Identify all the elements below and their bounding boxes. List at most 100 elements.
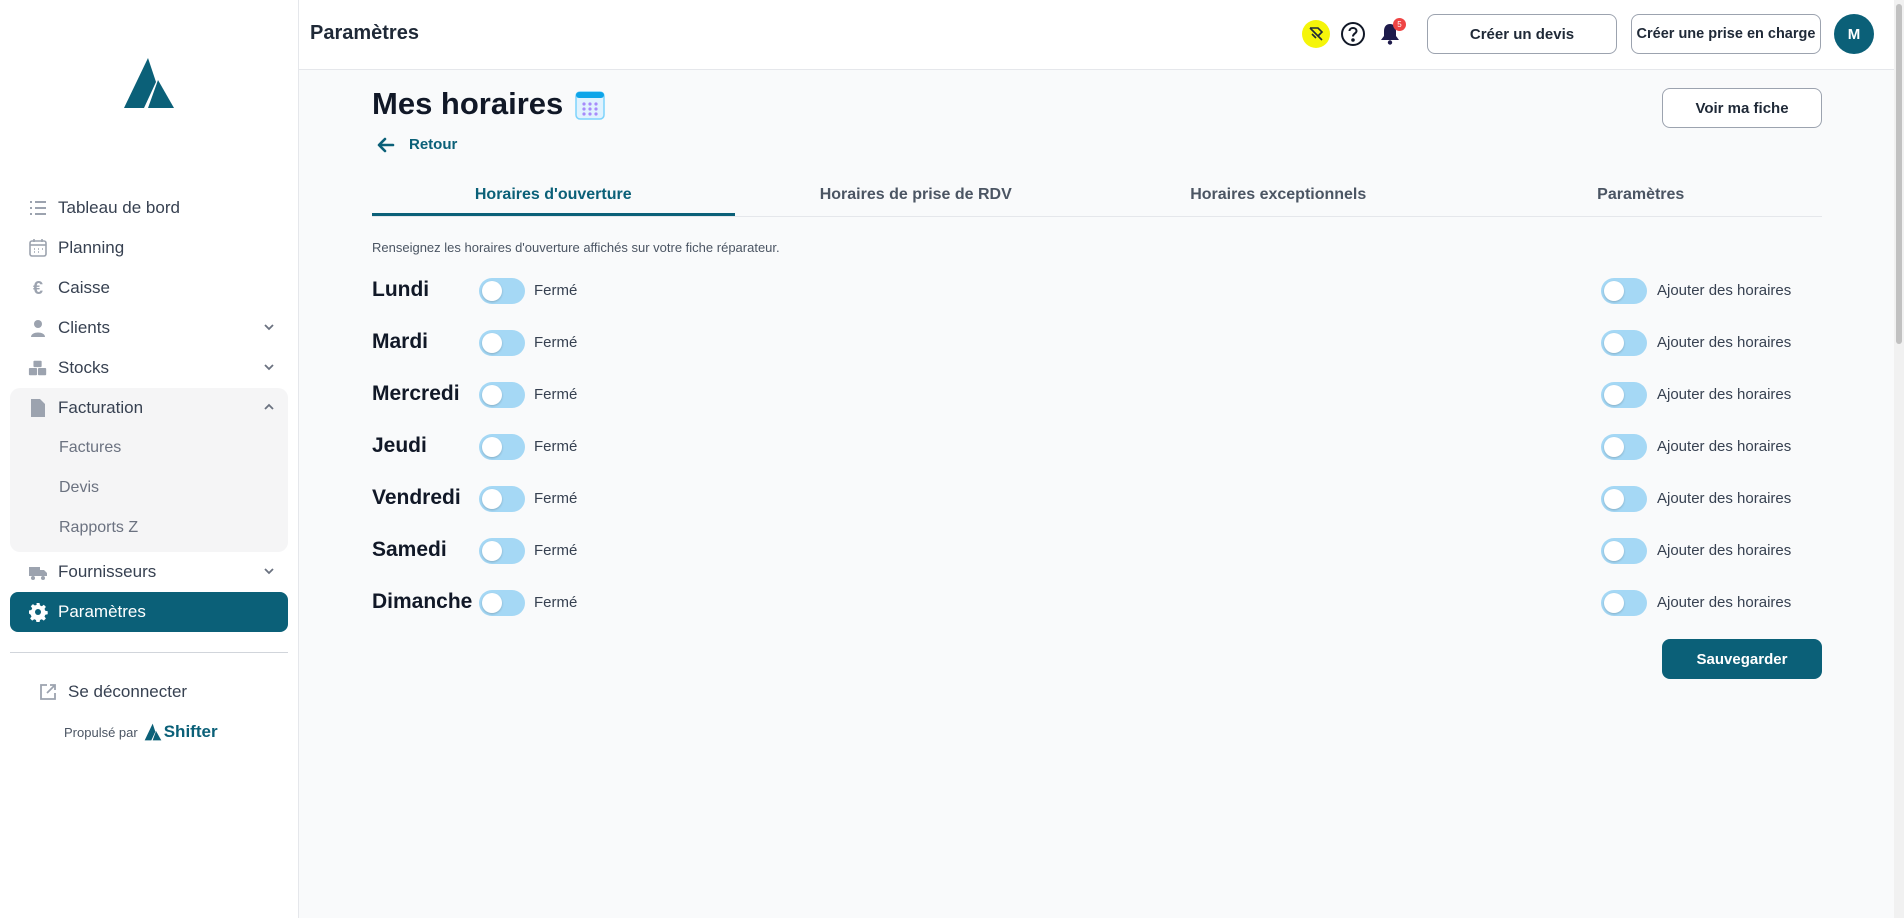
chevron-up-icon[interactable] [262,400,276,414]
notification-bell-icon[interactable]: 5 [1376,18,1406,48]
day-row-mardi: Mardi Fermé Ajouter des horaires [372,326,1822,360]
billing-group: Facturation Factures Devis Rapports Z [10,388,288,552]
sidebar-item-stocks[interactable]: Stocks [10,348,288,388]
sidebar-item-clients[interactable]: Clients [10,308,288,348]
closed-label: Fermé [534,490,578,507]
truck-icon [28,562,48,582]
closed-label: Fermé [534,542,578,559]
add-hours-label: Ajouter des horaires [1657,334,1792,351]
powered-by-label: Propulsé par [64,724,138,740]
create-quote-button[interactable]: Créer un devis [1427,14,1617,54]
sidebar-subitem-factures[interactable]: Factures [10,428,288,468]
closed-label: Fermé [534,438,578,455]
add-hours-label: Ajouter des horaires [1657,438,1792,455]
day-row-mercredi: Mercredi Fermé Ajouter des horaires [372,378,1822,412]
sidebar: Tableau de bord Planning € Caisse Client… [0,0,299,918]
scroll-thumb[interactable] [1896,4,1902,344]
open-toggle[interactable] [479,590,525,616]
sidebar-subitem-devis[interactable]: Devis [10,468,288,508]
closed-label: Fermé [534,594,578,611]
day-name: Jeudi [372,434,427,457]
sidebar-item-planning[interactable]: Planning [10,228,288,268]
day-row-lundi: Lundi Fermé Ajouter des horaires [372,274,1822,308]
opening-hours-hint: Renseignez les horaires d'ouverture affi… [372,240,780,255]
logout-label: Se déconnecter [68,682,188,701]
sidebar-item-label: Paramètres [58,602,146,621]
save-button[interactable]: Sauvegarder [1662,639,1822,679]
chevron-down-icon[interactable] [262,564,276,578]
sidebar-item-facturation[interactable]: Facturation [10,388,288,428]
day-row-jeudi: Jeudi Fermé Ajouter des horaires [372,430,1822,464]
view-profile-button[interactable]: Voir ma fiche [1662,88,1822,128]
calendar-icon [28,238,48,258]
day-name: Samedi [372,538,447,561]
add-hours-toggle[interactable] [1601,330,1647,356]
list-icon [28,198,48,218]
day-name: Mardi [372,330,429,353]
powered-by: Propulsé par Shifter [64,722,218,742]
open-toggle[interactable] [479,382,525,408]
arrow-left-icon [377,137,395,152]
day-name: Dimanche [372,590,473,613]
highlight-tool-icon[interactable] [1302,20,1330,48]
sidebar-subitem-rapports-z[interactable]: Rapports Z [10,508,288,548]
help-icon[interactable] [1339,20,1367,48]
tab-appointment-hours[interactable]: Horaires de prise de RDV [735,180,1098,216]
back-link[interactable]: Retour [377,136,457,153]
sidebar-divider [10,652,288,653]
sidebar-item-parametres[interactable]: Paramètres [10,592,288,632]
sidebar-item-label: Stocks [58,358,110,377]
shifter-brand: Shifter [144,722,218,742]
boxes-icon [28,358,48,378]
sidebar-item-label: Fournisseurs [58,562,157,581]
external-link-icon [38,682,58,702]
sidebar-item-dashboard[interactable]: Tableau de bord [10,188,288,228]
open-toggle[interactable] [479,330,525,356]
add-hours-label: Ajouter des horaires [1657,386,1792,403]
closed-label: Fermé [534,334,578,351]
add-hours-toggle[interactable] [1601,434,1647,460]
page-title: Paramètres [310,22,419,44]
user-icon [28,318,48,338]
schedule-title: Mes horaires [372,86,564,121]
open-toggle[interactable] [479,278,525,304]
add-hours-label: Ajouter des horaires [1657,490,1792,507]
day-name: Vendredi [372,486,461,509]
chevron-down-icon[interactable] [262,320,276,334]
add-hours-toggle[interactable] [1601,382,1647,408]
chevron-down-icon[interactable] [262,360,276,374]
sidebar-item-label: Planning [58,238,125,257]
sidebar-item-label: Facturation [58,398,144,417]
app-logo-icon[interactable] [122,56,176,110]
day-row-samedi: Samedi Fermé Ajouter des horaires [372,534,1822,568]
notification-badge: 5 [1393,18,1406,31]
sidebar-item-caisse[interactable]: € Caisse [10,268,288,308]
add-hours-toggle[interactable] [1601,590,1647,616]
tab-opening-hours[interactable]: Horaires d'ouverture [372,180,735,216]
add-hours-label: Ajouter des horaires [1657,542,1792,559]
day-row-vendredi: Vendredi Fermé Ajouter des horaires [372,482,1822,516]
open-toggle[interactable] [479,538,525,564]
back-label: Retour [409,136,458,153]
document-icon [28,398,48,418]
sidebar-item-fournisseurs[interactable]: Fournisseurs [10,552,288,592]
sidebar-item-label: Clients [58,318,110,337]
calendar-icon [575,91,605,120]
add-hours-toggle[interactable] [1601,278,1647,304]
tab-settings[interactable]: Paramètres [1460,180,1823,216]
tab-exceptional-hours[interactable]: Horaires exceptionnels [1097,180,1460,216]
day-name: Mercredi [372,382,460,405]
gear-icon [28,602,48,622]
logout-button[interactable]: Se déconnecter [10,672,288,712]
scrollbar[interactable] [1894,0,1904,918]
add-hours-toggle[interactable] [1601,538,1647,564]
closed-label: Fermé [534,282,578,299]
add-hours-toggle[interactable] [1601,486,1647,512]
open-toggle[interactable] [479,434,525,460]
day-name: Lundi [372,278,430,301]
open-toggle[interactable] [479,486,525,512]
avatar[interactable]: M [1834,14,1874,54]
sidebar-item-label: Tableau de bord [58,198,180,217]
shifter-logo-icon [144,723,162,741]
create-intake-button[interactable]: Créer une prise en charge [1631,14,1821,54]
